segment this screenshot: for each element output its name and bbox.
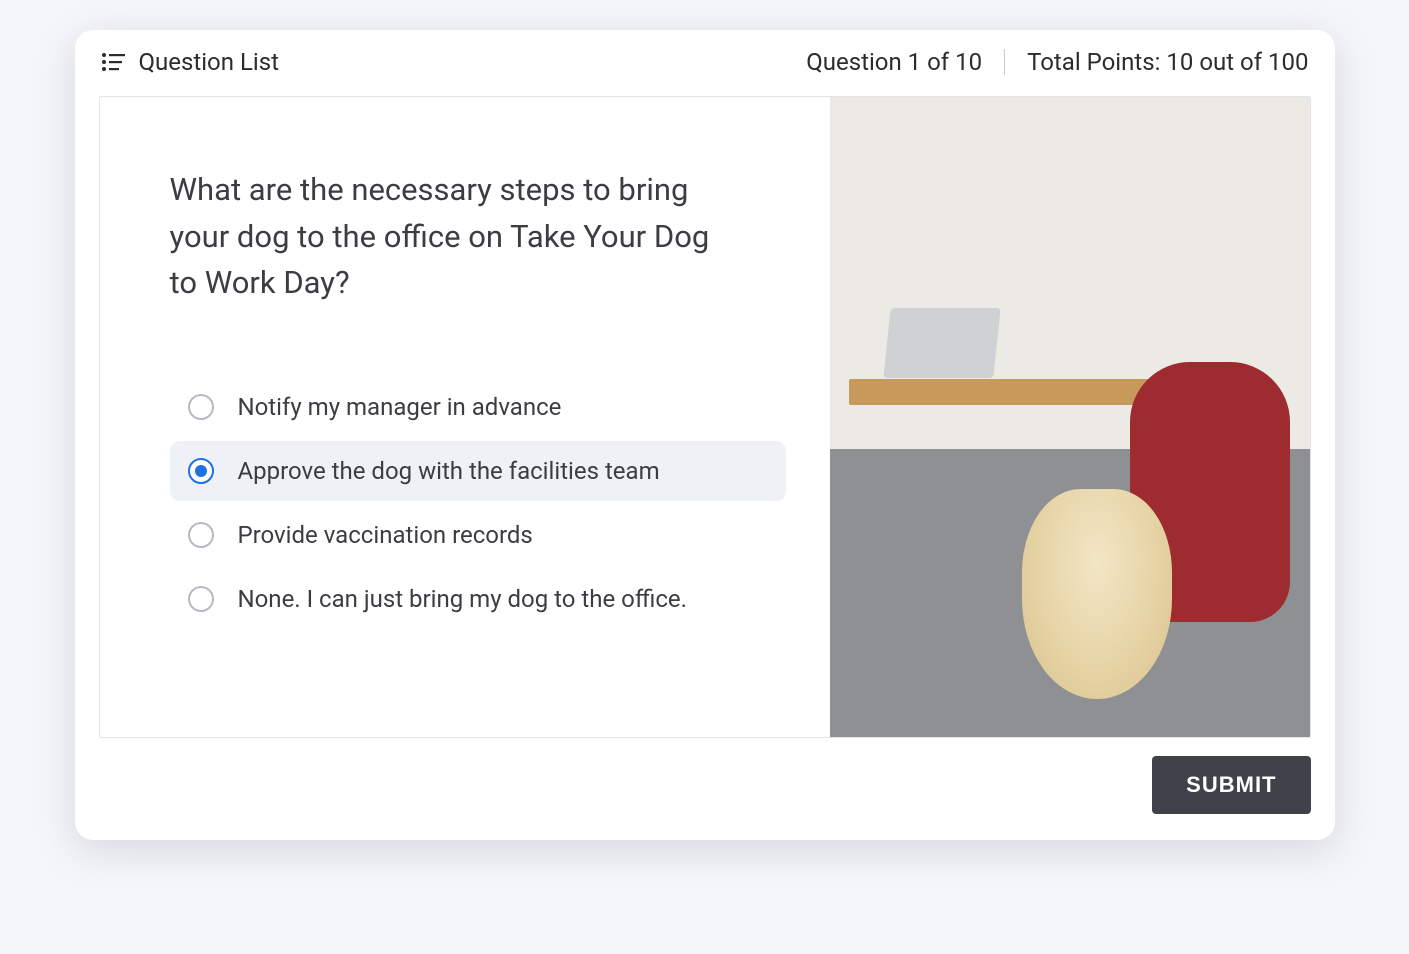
quiz-card: Question List Question 1 of 10 Total Poi… bbox=[75, 30, 1335, 840]
option-1[interactable]: Approve the dog with the facilities team bbox=[170, 441, 786, 501]
question-progress: Question 1 of 10 bbox=[806, 48, 982, 76]
radio-icon bbox=[188, 522, 214, 548]
submit-button[interactable]: SUBMIT bbox=[1152, 756, 1310, 814]
question-image bbox=[830, 97, 1310, 737]
radio-icon bbox=[188, 586, 214, 612]
quiz-header: Question List Question 1 of 10 Total Poi… bbox=[75, 30, 1335, 90]
content-area: What are the necessary steps to bring yo… bbox=[99, 96, 1311, 738]
header-status: Question 1 of 10 Total Points: 10 out of… bbox=[806, 48, 1308, 76]
option-3[interactable]: None. I can just bring my dog to the off… bbox=[170, 569, 786, 629]
question-list-label: Question List bbox=[139, 48, 279, 76]
list-icon bbox=[101, 52, 125, 72]
radio-icon bbox=[188, 394, 214, 420]
question-pane: What are the necessary steps to bring yo… bbox=[100, 97, 830, 737]
options-list: Notify my manager in advance Approve the … bbox=[170, 377, 786, 629]
question-text: What are the necessary steps to bring yo… bbox=[170, 167, 730, 307]
quiz-footer: SUBMIT bbox=[75, 738, 1335, 840]
option-label: Notify my manager in advance bbox=[238, 393, 562, 421]
total-points: Total Points: 10 out of 100 bbox=[1027, 48, 1308, 76]
option-0[interactable]: Notify my manager in advance bbox=[170, 377, 786, 437]
question-list-toggle[interactable]: Question List bbox=[101, 48, 279, 76]
option-label: Approve the dog with the facilities team bbox=[238, 457, 660, 485]
divider bbox=[1004, 49, 1005, 75]
option-label: Provide vaccination records bbox=[238, 521, 533, 549]
option-2[interactable]: Provide vaccination records bbox=[170, 505, 786, 565]
radio-icon bbox=[188, 458, 214, 484]
option-label: None. I can just bring my dog to the off… bbox=[238, 585, 687, 613]
